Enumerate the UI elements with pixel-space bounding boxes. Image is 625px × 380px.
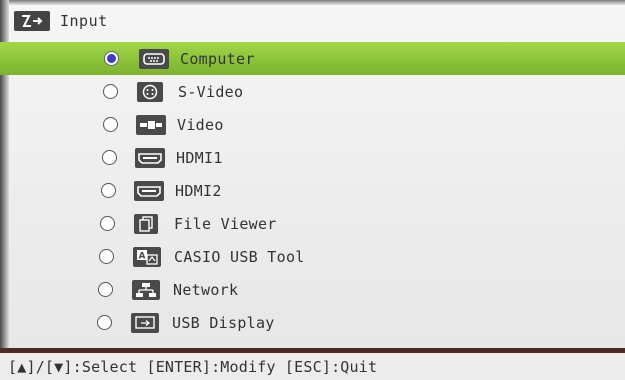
input-option-svideo[interactable]: S-Video xyxy=(0,75,625,108)
network-icon xyxy=(132,279,160,300)
title-bar: Input xyxy=(14,8,614,34)
hdmi-port-icon xyxy=(135,147,165,168)
radio-button[interactable] xyxy=(101,183,116,198)
input-option-label: Network xyxy=(173,280,239,299)
input-option-usb-display[interactable]: USB Display xyxy=(0,306,625,339)
input-option-label: USB Display xyxy=(172,313,275,332)
radio-button[interactable] xyxy=(102,150,117,165)
input-option-network[interactable]: Network xyxy=(0,273,625,306)
input-option-hdmi2[interactable]: HDMI2 xyxy=(0,174,625,207)
radio-button[interactable] xyxy=(100,216,115,231)
svideo-port-icon xyxy=(137,81,163,102)
input-menu-screen: Input Computer S-Video Video HDMI1 HDMI2… xyxy=(0,0,625,380)
usb-display-icon xyxy=(131,312,159,333)
input-switch-icon xyxy=(14,11,50,31)
key-hint-text: [▲]/[▼]:Select [ENTER]:Modify [ESC]:Quit xyxy=(8,358,378,376)
hdmi-port-icon xyxy=(134,180,164,201)
computer-port-icon xyxy=(139,48,169,69)
video-port-icon xyxy=(136,114,166,135)
input-option-label: HDMI2 xyxy=(175,181,222,200)
radio-button[interactable] xyxy=(97,315,112,330)
input-option-label: File Viewer xyxy=(174,214,277,233)
input-option-label: HDMI1 xyxy=(176,148,223,167)
input-option-video[interactable]: Video xyxy=(0,108,625,141)
radio-selected-dot xyxy=(107,54,116,63)
input-option-label: CASIO USB Tool xyxy=(174,247,305,266)
input-option-hdmi1[interactable]: HDMI1 xyxy=(0,141,625,174)
radio-button[interactable] xyxy=(99,249,114,264)
svg-text:A: A xyxy=(139,251,146,261)
input-option-label: S-Video xyxy=(178,82,244,101)
screen-bezel-top xyxy=(0,0,625,5)
page-title: Input xyxy=(60,12,108,30)
input-option-label: Video xyxy=(177,115,224,134)
input-option-label: Computer xyxy=(180,49,255,68)
input-option-computer[interactable]: Computer xyxy=(0,42,625,75)
usb-tool-icon: A xyxy=(133,246,161,267)
radio-button[interactable] xyxy=(104,51,119,66)
input-source-list: Computer S-Video Video HDMI1 HDMI2 File … xyxy=(0,42,625,339)
radio-button[interactable] xyxy=(98,282,113,297)
input-option-casio-usb-tool[interactable]: A CASIO USB Tool xyxy=(0,240,625,273)
key-hint-bar: [▲]/[▼]:Select [ENTER]:Modify [ESC]:Quit xyxy=(0,348,625,380)
file-viewer-icon xyxy=(134,213,158,234)
radio-button[interactable] xyxy=(103,84,118,99)
radio-button[interactable] xyxy=(103,117,118,132)
input-option-file-viewer[interactable]: File Viewer xyxy=(0,207,625,240)
